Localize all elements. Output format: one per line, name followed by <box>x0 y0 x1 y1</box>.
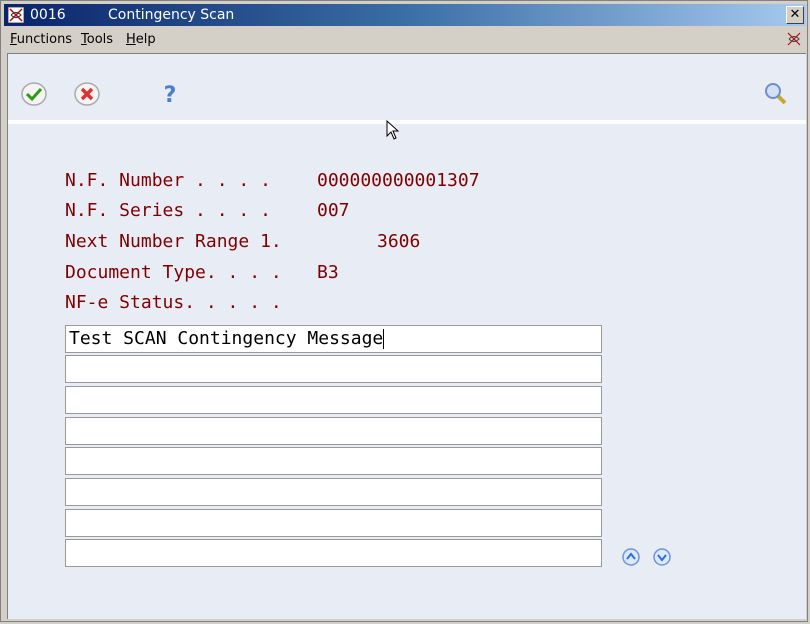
window-title: Contingency Scan <box>108 7 235 23</box>
next-number-range-label: Next Number Range 1. <box>65 231 282 252</box>
message-line-1[interactable]: Test SCAN Contingency Message <box>65 325 602 353</box>
menu-help[interactable]: Help <box>126 32 156 47</box>
document-type-value: B3 <box>317 262 339 283</box>
ok-button[interactable] <box>20 81 48 107</box>
nf-series-value: 007 <box>317 200 350 221</box>
message-line-4[interactable] <box>65 417 602 445</box>
cancel-button[interactable] <box>73 81 101 107</box>
scroll-up-button[interactable] <box>622 548 640 566</box>
message-line-5[interactable] <box>65 447 602 475</box>
magnifier-icon <box>765 83 787 105</box>
brand-logo-icon <box>787 32 801 46</box>
message-line-7[interactable] <box>65 509 602 537</box>
message-line-6[interactable] <box>65 478 602 506</box>
nf-number-value: 000000000001307 <box>317 170 480 191</box>
form-id: 0016 <box>30 7 66 23</box>
message-line-1-text: Test SCAN Contingency Message <box>69 328 384 349</box>
menu-bar: Functions Tools Help <box>4 29 806 51</box>
message-line-3[interactable] <box>65 386 602 414</box>
menu-functions-rest: unctions <box>16 32 73 47</box>
menu-help-rest: elp <box>135 32 156 47</box>
nfe-status-label: NF-e Status. . . . . <box>65 292 282 313</box>
message-line-2[interactable] <box>65 355 602 383</box>
menu-help-accel: H <box>126 32 136 47</box>
form-content: ? N.F. Number . . . . 000000000001307 N.… <box>7 53 806 619</box>
menu-functions-accel: F <box>10 32 17 47</box>
app-logo-icon <box>8 7 24 23</box>
title-bar: 0016 Contingency Scan ✕ <box>4 4 806 26</box>
app-window: 0016 Contingency Scan ✕ Functions Tools … <box>0 0 808 622</box>
scroll-down-button[interactable] <box>653 548 671 566</box>
toolbar-separator <box>8 120 806 124</box>
find-button[interactable] <box>762 81 790 107</box>
document-type-label: Document Type. . . . <box>65 262 282 283</box>
menu-tools-rest: ools <box>86 32 114 47</box>
mouse-pointer-icon <box>386 120 400 140</box>
help-button[interactable]: ? <box>156 81 184 107</box>
nf-series-label: N.F. Series . . . . <box>65 200 271 221</box>
message-line-8[interactable] <box>65 539 602 567</box>
menu-tools[interactable]: Tools <box>81 32 113 47</box>
next-number-range-value: 3606 <box>377 231 421 252</box>
nf-number-label: N.F. Number . . . . <box>65 170 271 191</box>
text-caret <box>383 329 385 349</box>
question-icon: ? <box>164 83 177 107</box>
menu-functions[interactable]: Functions <box>10 32 72 47</box>
close-button[interactable]: ✕ <box>786 6 804 24</box>
